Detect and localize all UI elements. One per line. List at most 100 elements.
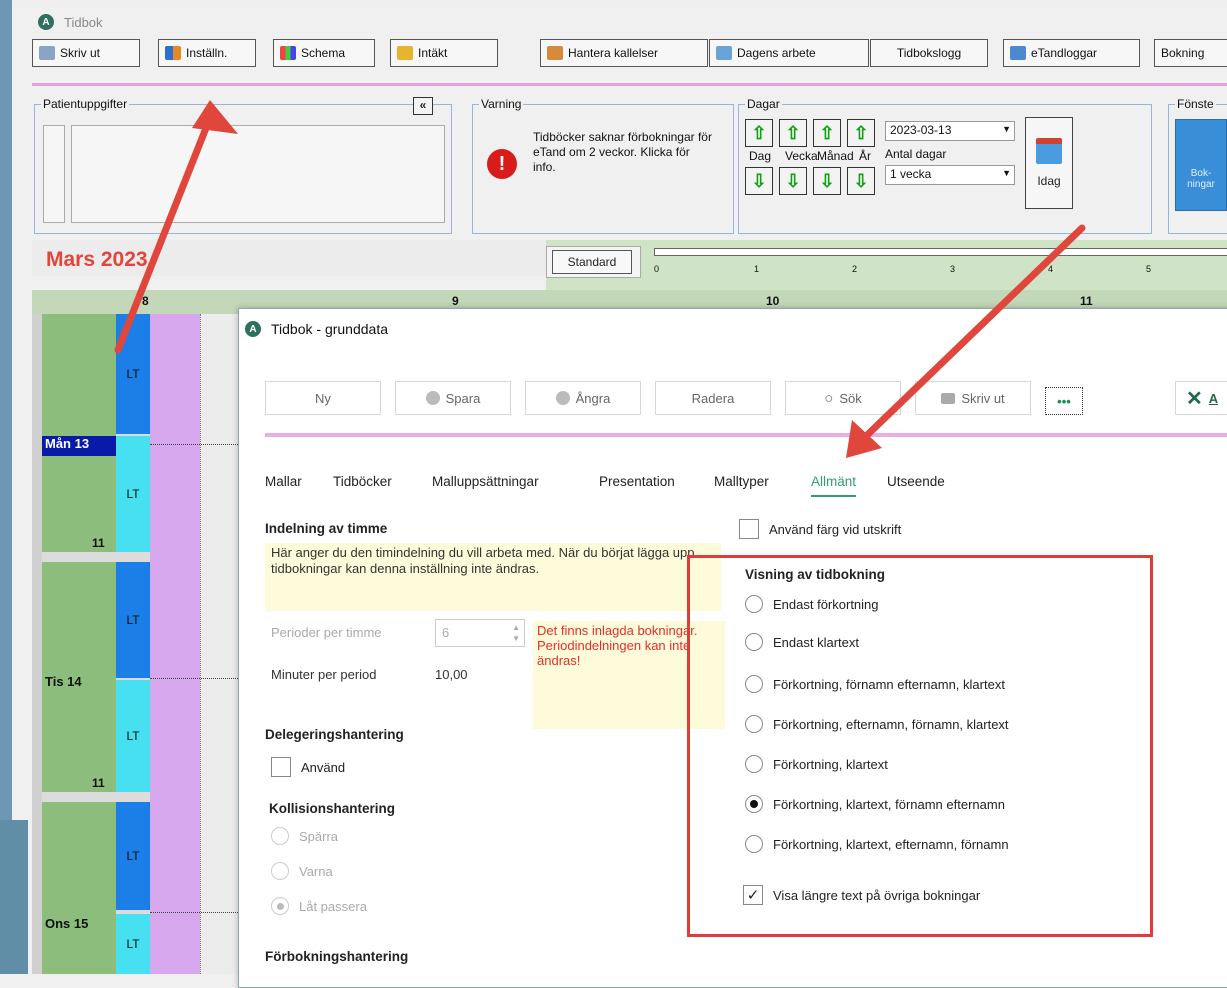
week-up-button[interactable]: ⇧: [779, 119, 807, 147]
month-down-button[interactable]: ⇩: [813, 167, 841, 195]
lt-slot[interactable]: LT: [116, 914, 150, 974]
display-option[interactable]: Endast klartext: [745, 633, 859, 651]
check-circle-icon: [425, 391, 440, 405]
days-group-title: Dagar: [745, 97, 782, 111]
tab-presentation[interactable]: Presentation: [599, 474, 675, 489]
save-button[interactable]: Spara: [395, 381, 511, 415]
search-button[interactable]: ○ Sök: [785, 381, 901, 415]
lt-slot[interactable]: LT: [116, 680, 150, 792]
display-option[interactable]: Förkortning, klartext, efternamn, förnam…: [745, 835, 1009, 853]
toolbar-divider: [32, 83, 1227, 86]
display-option-selected[interactable]: Förkortning, klartext, förnamn efternamn: [745, 795, 1005, 813]
settings-button[interactable]: Inställn.: [158, 39, 256, 67]
print-button[interactable]: Skriv ut: [32, 39, 140, 67]
day-label-mon[interactable]: Mån 13: [42, 436, 116, 456]
radio-circle[interactable]: [271, 862, 289, 880]
radio-circle[interactable]: [745, 633, 763, 651]
check-icon[interactable]: ✓: [743, 885, 763, 905]
manage-calls-button[interactable]: Hantera kallelser: [540, 39, 708, 67]
warning-group[interactable]: Varning ! Tidböcker saknar förbokningar …: [472, 97, 734, 234]
warning-icon: !: [487, 149, 517, 179]
tab-malluppsattningar[interactable]: Malluppsättningar: [432, 474, 539, 489]
cancel-circle-icon: [555, 391, 570, 405]
lt-slot[interactable]: LT: [116, 436, 150, 552]
radio-circle[interactable]: [745, 675, 763, 693]
day-up-button[interactable]: ⇧: [745, 119, 773, 147]
schedule-label: Schema: [301, 46, 346, 60]
bookings-window-button[interactable]: Bok- ningar: [1175, 119, 1227, 211]
warning-text[interactable]: Tidböcker saknar förbokningar för eTand …: [533, 130, 713, 175]
collision-warn-radio[interactable]: Varna: [271, 862, 333, 880]
display-option[interactable]: Endast förkortning: [745, 595, 879, 613]
radio-circle[interactable]: [745, 755, 763, 773]
display-option[interactable]: Förkortning, klartext: [745, 755, 888, 773]
standard-button[interactable]: Standard: [552, 250, 632, 274]
lt-slot[interactable]: LT: [116, 802, 150, 910]
income-icon: [397, 46, 413, 60]
checkbox[interactable]: [739, 519, 759, 539]
day-count-select[interactable]: 1 vecka ▼: [885, 165, 1015, 185]
display-option[interactable]: Förkortning, efternamn, förnamn, klartex…: [745, 715, 1009, 733]
radio-circle[interactable]: [745, 595, 763, 613]
radio-circle[interactable]: [271, 897, 289, 915]
bookings-button[interactable]: Bokning: [1154, 39, 1227, 67]
ruler-area: Standard 0 1 2 3 4 5: [546, 240, 1227, 290]
chevron-down-icon: ▼: [1002, 124, 1011, 134]
collision-pass-radio[interactable]: Låt passera: [271, 897, 367, 915]
calendar-icon: [1036, 138, 1062, 164]
lt-slot[interactable]: LT: [116, 562, 150, 678]
tab-utseende[interactable]: Utseende: [887, 474, 945, 489]
calendar-left-gutter: [32, 314, 42, 974]
collision-block-radio[interactable]: Spärra: [271, 827, 338, 845]
periods-input[interactable]: 6 ▲ ▼: [435, 619, 525, 647]
dialog-title: Tidbok - grunddata: [271, 321, 388, 337]
schedule-button[interactable]: Schema: [273, 39, 375, 67]
checkbox[interactable]: [271, 757, 291, 777]
main-toolbar: Skriv ut Inställn. Schema Intäkt Hantera…: [32, 38, 1227, 70]
tab-allmant[interactable]: Allmänt: [811, 474, 857, 497]
radio-circle[interactable]: [745, 835, 763, 853]
tab-tidbocker[interactable]: Tidböcker: [333, 474, 392, 489]
chevron-down-icon: ▼: [1002, 168, 1011, 178]
today-button[interactable]: Idag: [1025, 117, 1073, 209]
log-button[interactable]: Tidbokslogg: [870, 39, 988, 67]
year-down-button[interactable]: ⇩: [847, 167, 875, 195]
month-up-button[interactable]: ⇧: [813, 119, 841, 147]
tab-malltyper[interactable]: Malltyper: [714, 474, 769, 489]
radio-circle-selected[interactable]: [745, 795, 763, 813]
tab-mallar[interactable]: Mallar: [265, 474, 302, 489]
periods-label: Perioder per timme: [271, 625, 382, 640]
color-print-checkbox[interactable]: Använd färg vid utskrift: [739, 519, 901, 539]
ruler-3: 3: [950, 264, 956, 274]
display-option[interactable]: Förkortning, förnamn efternamn, klartext: [745, 675, 1005, 693]
delete-button[interactable]: Radera: [655, 381, 771, 415]
week-down-button[interactable]: ⇩: [779, 167, 807, 195]
etand-logs-button[interactable]: eTandloggar: [1003, 39, 1140, 67]
close-dialog-button[interactable]: ✕ A: [1175, 381, 1227, 415]
day-label-wed[interactable]: Ons 15: [42, 916, 116, 931]
day-down-button[interactable]: ⇩: [745, 167, 773, 195]
year-up-button[interactable]: ⇧: [847, 119, 875, 147]
daily-work-button[interactable]: Dagens arbete: [709, 39, 869, 67]
display-heading: Visning av tidbokning: [745, 567, 886, 582]
display-option-label: Endast förkortning: [773, 596, 879, 612]
spinner-icon[interactable]: ▲ ▼: [512, 622, 520, 644]
income-button[interactable]: Intäkt: [390, 39, 498, 67]
lt-slot[interactable]: LT: [116, 314, 150, 434]
date-select[interactable]: 2023-03-13 ▼: [885, 121, 1015, 141]
dialog-divider: [265, 433, 1227, 437]
zoom-slider-track[interactable]: [654, 248, 1227, 256]
etand-icon: [1010, 46, 1026, 60]
display-option-label: Förkortning, förnamn efternamn, klartext: [773, 676, 1005, 692]
radio-circle[interactable]: [271, 827, 289, 845]
more-button[interactable]: •••: [1045, 387, 1083, 415]
new-button[interactable]: Ny: [265, 381, 381, 415]
undo-button[interactable]: Ångra: [525, 381, 641, 415]
dialog-print-button[interactable]: Skriv ut: [915, 381, 1031, 415]
collapse-button[interactable]: «: [413, 97, 433, 115]
radio-circle[interactable]: [745, 715, 763, 733]
delegation-use-checkbox[interactable]: Använd: [271, 757, 345, 777]
longer-text-checkbox[interactable]: ✓ Visa längre text på övriga bokningar: [743, 885, 980, 905]
close-icon: ✕: [1186, 387, 1203, 410]
day-label-tue[interactable]: Tis 14: [42, 674, 116, 689]
